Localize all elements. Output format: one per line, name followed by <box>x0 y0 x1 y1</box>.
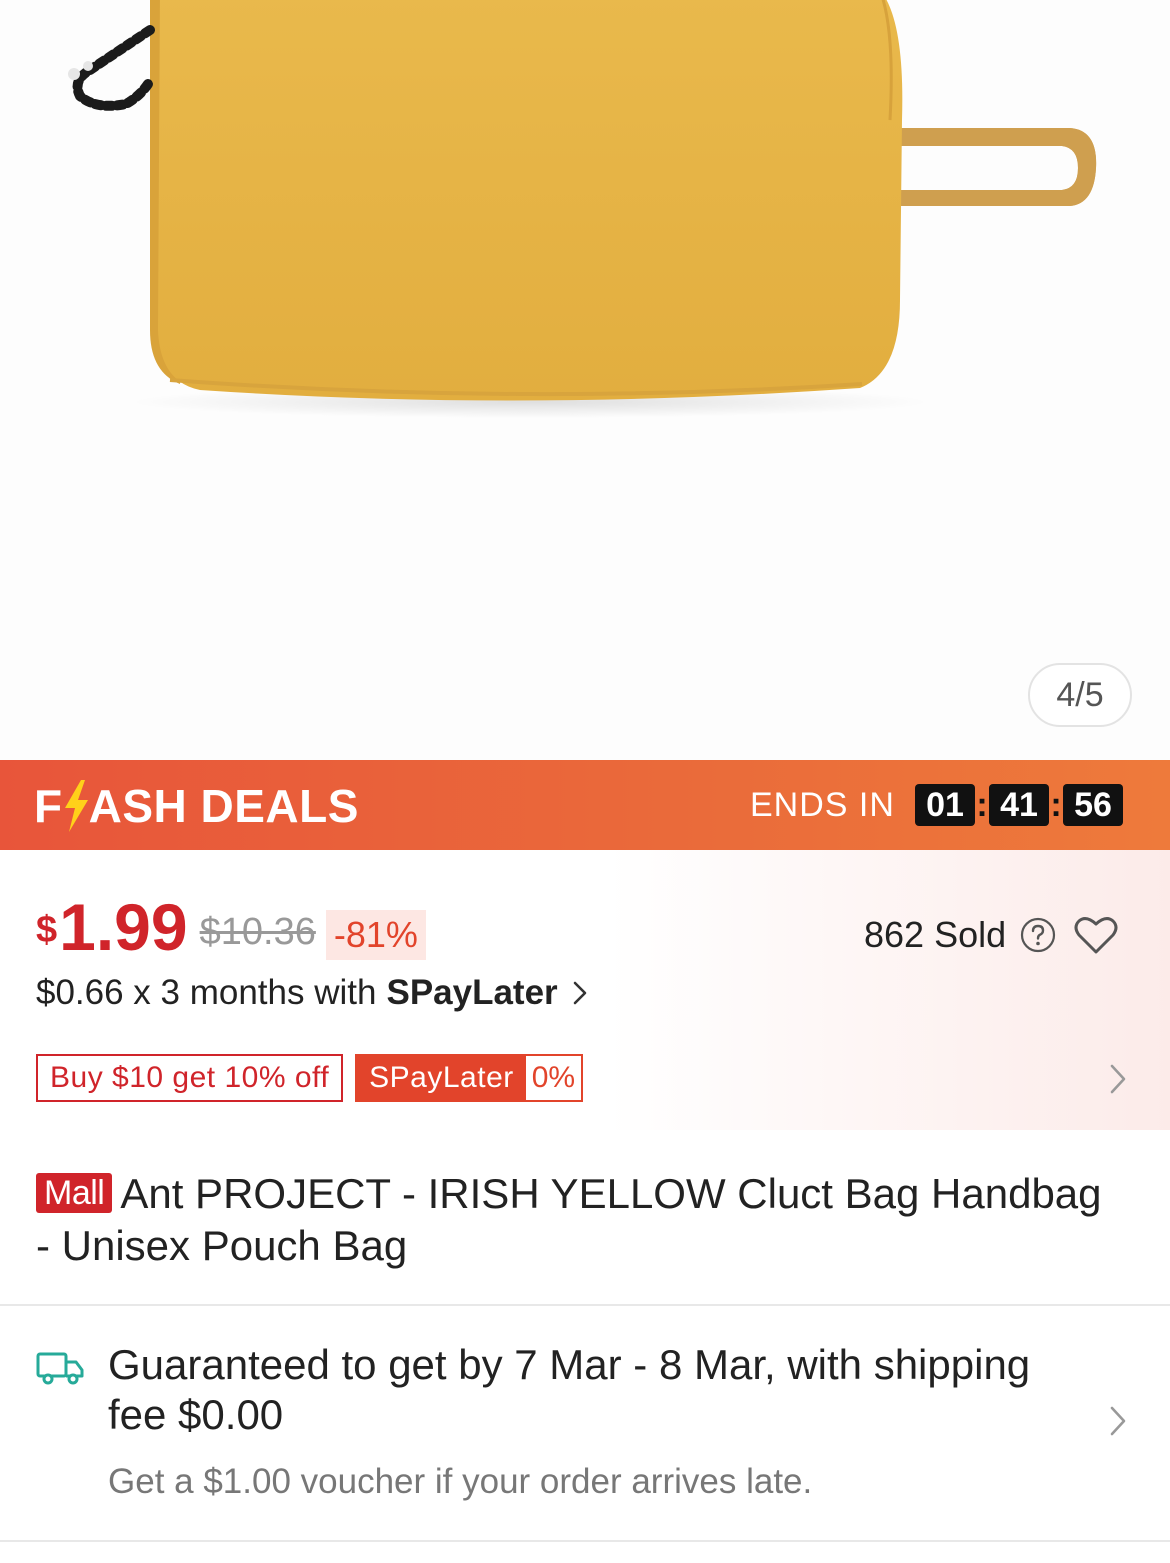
flash-logo-letter: F <box>34 780 63 832</box>
shipping-section[interactable]: Guaranteed to get by 7 Mar - 8 Mar, with… <box>0 1306 1170 1542</box>
discount-badge: -81% <box>325 910 426 960</box>
late-voucher-note: Get a $1.00 voucher if your order arrive… <box>108 1462 813 1501</box>
flash-deals-banner[interactable]: F ASH DEALS ENDS IN 01 : 41 : 56 <box>0 760 1170 850</box>
product-image-gallery[interactable]: 4/5 <box>0 0 1170 760</box>
price-currency: $ <box>36 909 58 951</box>
timer-separator: : <box>976 785 988 824</box>
spaylater-tag-label: SPayLater <box>357 1056 526 1100</box>
lightning-icon <box>64 780 88 832</box>
spaylater-tag-rate: 0% <box>525 1056 582 1100</box>
spaylater-tag[interactable]: SPayLater 0% <box>355 1054 584 1102</box>
chevron-right-icon[interactable] <box>1108 1062 1128 1096</box>
timer-seconds: 56 <box>1063 784 1123 826</box>
price-row: $ 1.99 $10.36 -81% <box>36 890 426 960</box>
product-title-text: Ant PROJECT - IRISH YELLOW Cluct Bag Han… <box>36 1170 1102 1269</box>
chevron-right-icon[interactable] <box>1108 1404 1128 1438</box>
installment-text: $0.66 x 3 months with <box>36 973 377 1012</box>
mall-badge: Mall <box>36 1173 113 1213</box>
timer-hours: 01 <box>915 784 975 826</box>
sold-text: 862 Sold <box>864 914 1007 955</box>
spaylater-installment[interactable]: $0.66 x 3 months with SPayLater <box>36 970 588 1016</box>
product-photo <box>68 0 1097 418</box>
current-price: 1.99 <box>59 890 188 964</box>
timer-separator: : <box>1050 785 1062 824</box>
countdown-timer: 01 : 41 : 56 <box>915 784 1123 826</box>
favorite-heart-icon[interactable] <box>1074 915 1118 955</box>
installment-brand: SPayLater <box>386 973 558 1012</box>
product-title: Mall Ant PROJECT - IRISH YELLOW Cluct Bag… <box>36 1168 1126 1272</box>
product-title-section: Mall Ant PROJECT - IRISH YELLOW Cluct Bag… <box>0 1130 1170 1306</box>
original-price: $10.36 <box>199 911 316 953</box>
flash-deals-logo: F ASH DEALS <box>34 778 359 834</box>
image-counter: 4/5 <box>1028 663 1132 727</box>
price-section: $ 1.99 $10.36 -81% 862 Sold $0.66 x 3 mo… <box>0 850 1170 1130</box>
truck-icon <box>36 1352 84 1385</box>
delivery-guarantee: Guaranteed to get by 7 Mar - 8 Mar, with… <box>108 1341 1031 1438</box>
voucher-tag[interactable]: Buy $10 get 10% off <box>36 1054 344 1102</box>
help-icon[interactable] <box>1020 917 1056 953</box>
flash-logo-text: ASH DEALS <box>88 780 359 832</box>
sold-count: 862 Sold <box>864 912 1118 958</box>
ends-in-label: ENDS IN <box>750 786 895 824</box>
timer-minutes: 41 <box>989 784 1049 826</box>
chevron-right-icon <box>573 981 586 1005</box>
promo-tags[interactable]: Buy $10 get 10% off SPayLater 0% <box>36 1054 584 1102</box>
